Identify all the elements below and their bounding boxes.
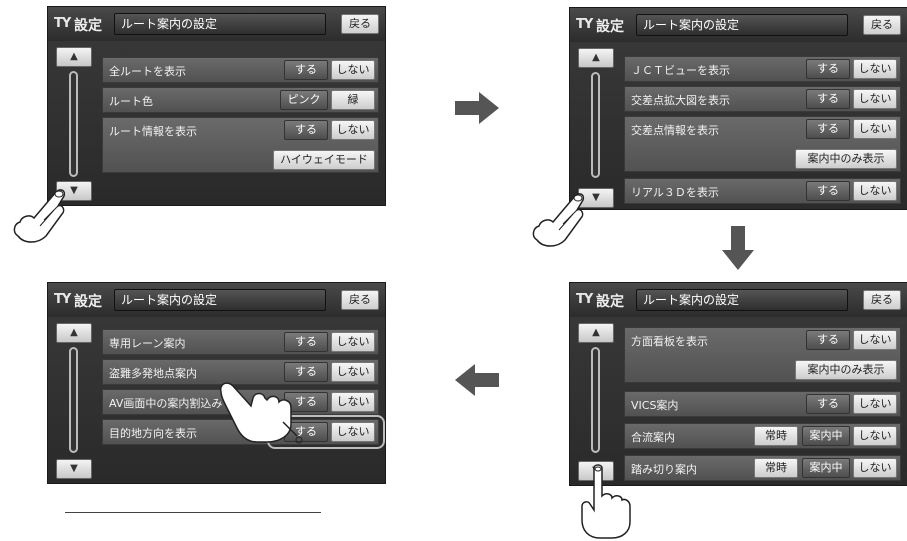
row-label: リアル３Ｄを表示 [631,186,719,199]
row-label: 交差点拡大図を表示 [631,94,730,107]
option-on-button[interactable]: する [284,120,328,140]
option-off-button[interactable]: しない [331,60,375,80]
row-label: 全ルートを表示 [109,65,186,78]
option-guiding-button[interactable]: 案内中 [802,458,850,478]
row-label: 専用レーン案内 [109,337,186,350]
scroll-down-button[interactable]: ▼ [56,459,92,479]
page-title: ルート案内の設定 [114,289,326,311]
screen-3: TY 設定 ルート案内の設定 戻る ▲ ▼ 方面看板を表示 する しない 案内中… [569,282,907,486]
option-always-button[interactable]: 常時 [754,426,798,446]
back-button[interactable]: 戻る [341,14,379,34]
option-off-button[interactable]: しない [331,332,375,352]
setting-row: リアル３Ｄを表示 する しない [624,178,901,204]
title-label: 設定 [596,294,624,310]
settings-icon: TY [54,16,71,31]
scroll-track[interactable] [69,71,78,177]
option-on-button[interactable]: する [806,119,850,139]
highway-mode-button[interactable]: ハイウェイモード [273,150,375,170]
setting-row: 専用レーン案内 する しない [102,329,379,355]
scroll-up-button[interactable]: ▲ [578,323,614,343]
scroll-track[interactable] [591,72,600,178]
setting-row: 交差点情報を表示 する しない 案内中のみ表示 [624,116,901,172]
back-button[interactable]: 戻る [863,15,901,35]
title-bar: TY 設定 ルート案内の設定 戻る [570,8,907,42]
row-label: 盗難多発地点案内 [109,367,197,380]
page-title: ルート案内の設定 [636,289,848,311]
option-off-button[interactable]: しない [853,59,897,79]
setting-row: VICS案内 する しない [624,391,901,417]
divider-line [65,512,321,513]
option-off-button[interactable]: しない [331,362,375,382]
arrow-left-icon [455,364,499,396]
setting-row: 踏み切り案内 常時 案内中 しない [624,455,901,481]
pointing-hand-icon [13,189,66,243]
title-bar: TY 設定 ルート案内の設定 戻る [48,283,385,317]
page-title: ルート案内の設定 [114,13,326,35]
row-label: ルート色 [109,95,153,108]
pointing-hand-icon [581,464,631,539]
title-label: 設定 [596,19,624,35]
setting-row: 合流案内 常時 案内中 しない [624,423,901,449]
option-guiding-button[interactable]: 案内中 [802,426,850,446]
option-off-button[interactable]: しない [853,458,897,478]
option-off-button[interactable]: しない [331,120,375,140]
row-label: 方面看板を表示 [631,335,708,348]
row-label: 合流案内 [631,431,675,444]
title-label: 設定 [74,294,102,310]
option-off-button[interactable]: しない [331,392,375,412]
option-off-button[interactable]: しない [853,330,897,350]
option-on-button[interactable]: する [806,59,850,79]
option-off-button[interactable]: しない [853,426,897,446]
scroll-up-button[interactable]: ▲ [56,323,92,343]
option-off-button[interactable]: しない [853,119,897,139]
arrow-down-icon [722,226,754,270]
setting-row: ルート色 ピンク 緑 [102,87,379,113]
option-green-button[interactable]: 緑 [331,90,375,110]
setting-row: 方面看板を表示 する しない 案内中のみ表示 [624,327,901,383]
scroll-track[interactable] [591,347,600,453]
title-label: 設定 [74,18,102,34]
row-label: 交差点情報を表示 [631,124,719,137]
settings-icon: TY [54,292,71,307]
option-on-button[interactable]: する [806,181,850,201]
settings-icon: TY [576,292,593,307]
scroll-up-button[interactable]: ▲ [56,47,92,67]
row-label: ＪＣＴビューを表示 [631,64,730,77]
option-pink-button[interactable]: ピンク [280,90,328,110]
title-bar: TY 設定 ルート案内の設定 戻る [570,283,907,317]
option-off-button[interactable]: しない [853,394,897,414]
setting-row: 交差点拡大図を表示 する しない [624,86,901,112]
pointing-hand-icon [532,193,585,247]
scroll-track[interactable] [69,347,78,453]
option-on-button[interactable]: する [806,330,850,350]
option-off-button[interactable]: しない [853,181,897,201]
scroll-up-button[interactable]: ▲ [578,48,614,68]
page-title: ルート案内の設定 [636,14,848,36]
setting-row: ＪＣＴビューを表示 する しない [624,56,901,82]
back-button[interactable]: 戻る [341,290,379,310]
settings-icon: TY [576,17,593,32]
option-on-button[interactable]: する [284,60,328,80]
guidance-only-button[interactable]: 案内中のみ表示 [795,360,897,380]
arrow-right-icon [455,92,499,124]
pointing-hand-icon [219,382,303,444]
row-label: AV画面中の案内割込み [109,397,223,410]
option-on-button[interactable]: する [284,332,328,352]
row-label: 目的地方向を表示 [109,427,197,440]
row-label: 踏み切り案内 [631,463,697,476]
screen-2: TY 設定 ルート案内の設定 戻る ▲ ▼ ＪＣＴビューを表示 する しない 交… [569,7,907,210]
row-label: ルート情報を表示 [109,125,197,138]
setting-row: ルート情報を表示 する しない ハイウェイモード [102,117,379,173]
row-label: VICS案内 [631,399,679,412]
option-on-button[interactable]: する [806,89,850,109]
setting-row: 全ルートを表示 する しない [102,57,379,83]
option-on-button[interactable]: する [806,394,850,414]
title-bar: TY 設定 ルート案内の設定 戻る [48,7,385,41]
screen-1: TY 設定 ルート案内の設定 戻る ▲ ▼ 全ルートを表示 する しない ルート… [47,6,386,206]
option-off-button[interactable]: しない [853,89,897,109]
guidance-only-button[interactable]: 案内中のみ表示 [795,149,897,169]
back-button[interactable]: 戻る [863,290,901,310]
option-always-button[interactable]: 常時 [754,458,798,478]
